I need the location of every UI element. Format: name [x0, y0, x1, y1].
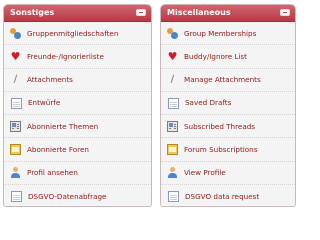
- menu-item-label[interactable]: Manage Attachments: [184, 69, 261, 91]
- menu-item-label[interactable]: Freunde-/Ignorierliste: [27, 45, 104, 67]
- menu-item-drafts[interactable]: Entwürfe: [4, 92, 151, 116]
- menu-item-label[interactable]: Forum Subscriptions: [184, 138, 257, 160]
- panel-sonstiges: Sonstiges Gruppenmitgliedschaften Freund…: [3, 4, 152, 207]
- menu-item-subscribed-threads[interactable]: Abonnierte Themen: [4, 115, 151, 139]
- heart-icon: [167, 51, 178, 62]
- document-icon: [168, 97, 179, 109]
- menu-item-subscribed-forums[interactable]: Forum Subscriptions: [161, 138, 295, 162]
- panel-header: Sonstiges: [4, 5, 151, 22]
- menu-item-label[interactable]: Attachments: [27, 69, 73, 91]
- menu-item-label[interactable]: Entwürfe: [28, 92, 60, 114]
- collapse-icon[interactable]: [280, 9, 290, 16]
- menu-item-subscribed-forums[interactable]: Abonnierte Foren: [4, 138, 151, 162]
- menu-item-label[interactable]: Profil ansehen: [27, 162, 78, 184]
- menu-item-attachments[interactable]: Manage Attachments: [161, 69, 295, 92]
- menu-item-buddy-list[interactable]: Buddy/Ignore List: [161, 45, 295, 69]
- person-icon: [10, 167, 21, 179]
- menu-item-label[interactable]: Buddy/Ignore List: [184, 45, 247, 67]
- group-icon: [167, 27, 178, 39]
- document-icon: [11, 191, 22, 203]
- panel-miscellaneous: Miscellaneous Group Memberships Buddy/Ig…: [160, 4, 296, 207]
- forum-icon: [10, 144, 21, 156]
- menu-item-label[interactable]: View Profile: [184, 162, 226, 184]
- person-icon: [167, 167, 178, 179]
- paperclip-icon: [10, 74, 21, 85]
- heart-icon: [10, 51, 21, 62]
- menu-item-drafts[interactable]: Saved Drafts: [161, 92, 295, 116]
- document-icon: [11, 97, 22, 109]
- menu-item-group-memberships[interactable]: Group Memberships: [161, 22, 295, 46]
- menu-list: Group Memberships Buddy/Ignore List Mana…: [161, 22, 295, 206]
- menu-item-group-memberships[interactable]: Gruppenmitgliedschaften: [4, 22, 151, 46]
- collapse-icon[interactable]: [136, 9, 146, 16]
- group-icon: [10, 27, 21, 39]
- forum-icon: [167, 144, 178, 156]
- panel-title: Sonstiges: [10, 8, 55, 17]
- document-icon: [168, 191, 179, 203]
- menu-item-subscribed-threads[interactable]: Subscribed Threads: [161, 115, 295, 139]
- menu-item-dsgvo-request[interactable]: DSGVO data request: [161, 185, 295, 206]
- menu-item-buddy-list[interactable]: Freunde-/Ignorierliste: [4, 45, 151, 69]
- menu-list: Gruppenmitgliedschaften Freunde-/Ignorie…: [4, 22, 151, 206]
- newspaper-icon: [10, 120, 21, 132]
- menu-item-label[interactable]: Abonnierte Foren: [27, 138, 89, 160]
- menu-item-label[interactable]: Group Memberships: [184, 22, 256, 44]
- panel-title: Miscellaneous: [167, 8, 231, 17]
- menu-item-attachments[interactable]: Attachments: [4, 69, 151, 92]
- menu-item-label[interactable]: Gruppenmitgliedschaften: [27, 22, 118, 44]
- menu-item-view-profile[interactable]: View Profile: [161, 162, 295, 186]
- menu-item-view-profile[interactable]: Profil ansehen: [4, 162, 151, 186]
- newspaper-icon: [167, 120, 178, 132]
- paperclip-icon: [167, 74, 178, 85]
- menu-item-label[interactable]: DSGVO data request: [185, 185, 259, 206]
- menu-item-dsgvo-request[interactable]: DSGVO-Datenabfrage: [4, 185, 151, 206]
- menu-item-label[interactable]: Abonnierte Themen: [27, 115, 98, 137]
- menu-item-label[interactable]: Subscribed Threads: [184, 115, 255, 137]
- menu-item-label[interactable]: Saved Drafts: [185, 92, 231, 114]
- menu-item-label[interactable]: DSGVO-Datenabfrage: [28, 185, 106, 206]
- panel-header: Miscellaneous: [161, 5, 295, 22]
